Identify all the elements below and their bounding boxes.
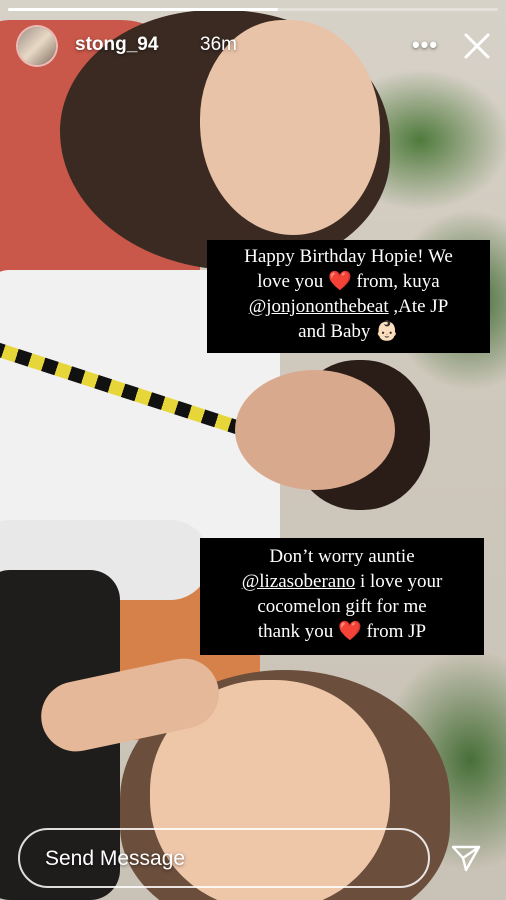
- caption-text: i love your: [359, 571, 443, 592]
- caption-text: and Baby: [298, 321, 371, 342]
- story-progress-bar: [8, 8, 498, 11]
- mention-jonjononthebeat[interactable]: @jonjononthebeat: [249, 296, 389, 317]
- time-ago: 36m: [200, 34, 237, 55]
- mention-lizasoberano[interactable]: @lizasoberano: [242, 571, 356, 592]
- caption-text: from, kuya: [356, 271, 440, 292]
- caption-birthday: Happy Birthday Hopie! We love you ❤️ fro…: [207, 240, 490, 353]
- avatar[interactable]: [18, 27, 56, 65]
- face-mid: [235, 370, 395, 490]
- more-horizontal-icon[interactable]: •••: [408, 30, 442, 60]
- caption-line: Don’t worry auntie: [208, 544, 476, 569]
- baby-emoji-icon: 👶🏻: [375, 321, 399, 342]
- caption-line: and Baby 👶🏻: [215, 319, 482, 344]
- story-photo[interactable]: [0, 0, 506, 900]
- caption-line: love you ❤️ from, kuya: [215, 269, 482, 294]
- story-progress-fill: [8, 8, 278, 11]
- heart-icon: ❤️: [338, 621, 362, 642]
- caption-text: cocomelon gift for me: [257, 596, 427, 617]
- caption-thank-you: Don’t worry auntie @lizasoberano i love …: [200, 538, 484, 655]
- caption-line: thank you ❤️ from JP: [208, 619, 476, 644]
- caption-line: @lizasoberano i love your: [208, 569, 476, 594]
- caption-text: ,Ate JP: [393, 296, 449, 317]
- caption-line: cocomelon gift for me: [208, 594, 476, 619]
- caption-text: Don’t worry auntie: [269, 546, 415, 567]
- caption-line: Happy Birthday Hopie! We: [215, 244, 482, 269]
- close-icon[interactable]: [460, 29, 494, 63]
- send-message-input[interactable]: Send Message: [18, 828, 430, 888]
- caption-line: @jonjononthebeat ,Ate JP: [215, 294, 482, 319]
- caption-text: Happy Birthday Hopie! We: [244, 246, 453, 267]
- story-header: stong_94 36m •••: [0, 20, 506, 72]
- username[interactable]: stong_94: [75, 34, 158, 56]
- caption-text: love you: [257, 271, 324, 292]
- send-message-placeholder: Send Message: [45, 847, 186, 870]
- send-icon[interactable]: [450, 843, 482, 873]
- caption-text: thank you: [257, 621, 334, 642]
- heart-icon: ❤️: [327, 271, 352, 292]
- caption-text: from JP: [366, 621, 427, 642]
